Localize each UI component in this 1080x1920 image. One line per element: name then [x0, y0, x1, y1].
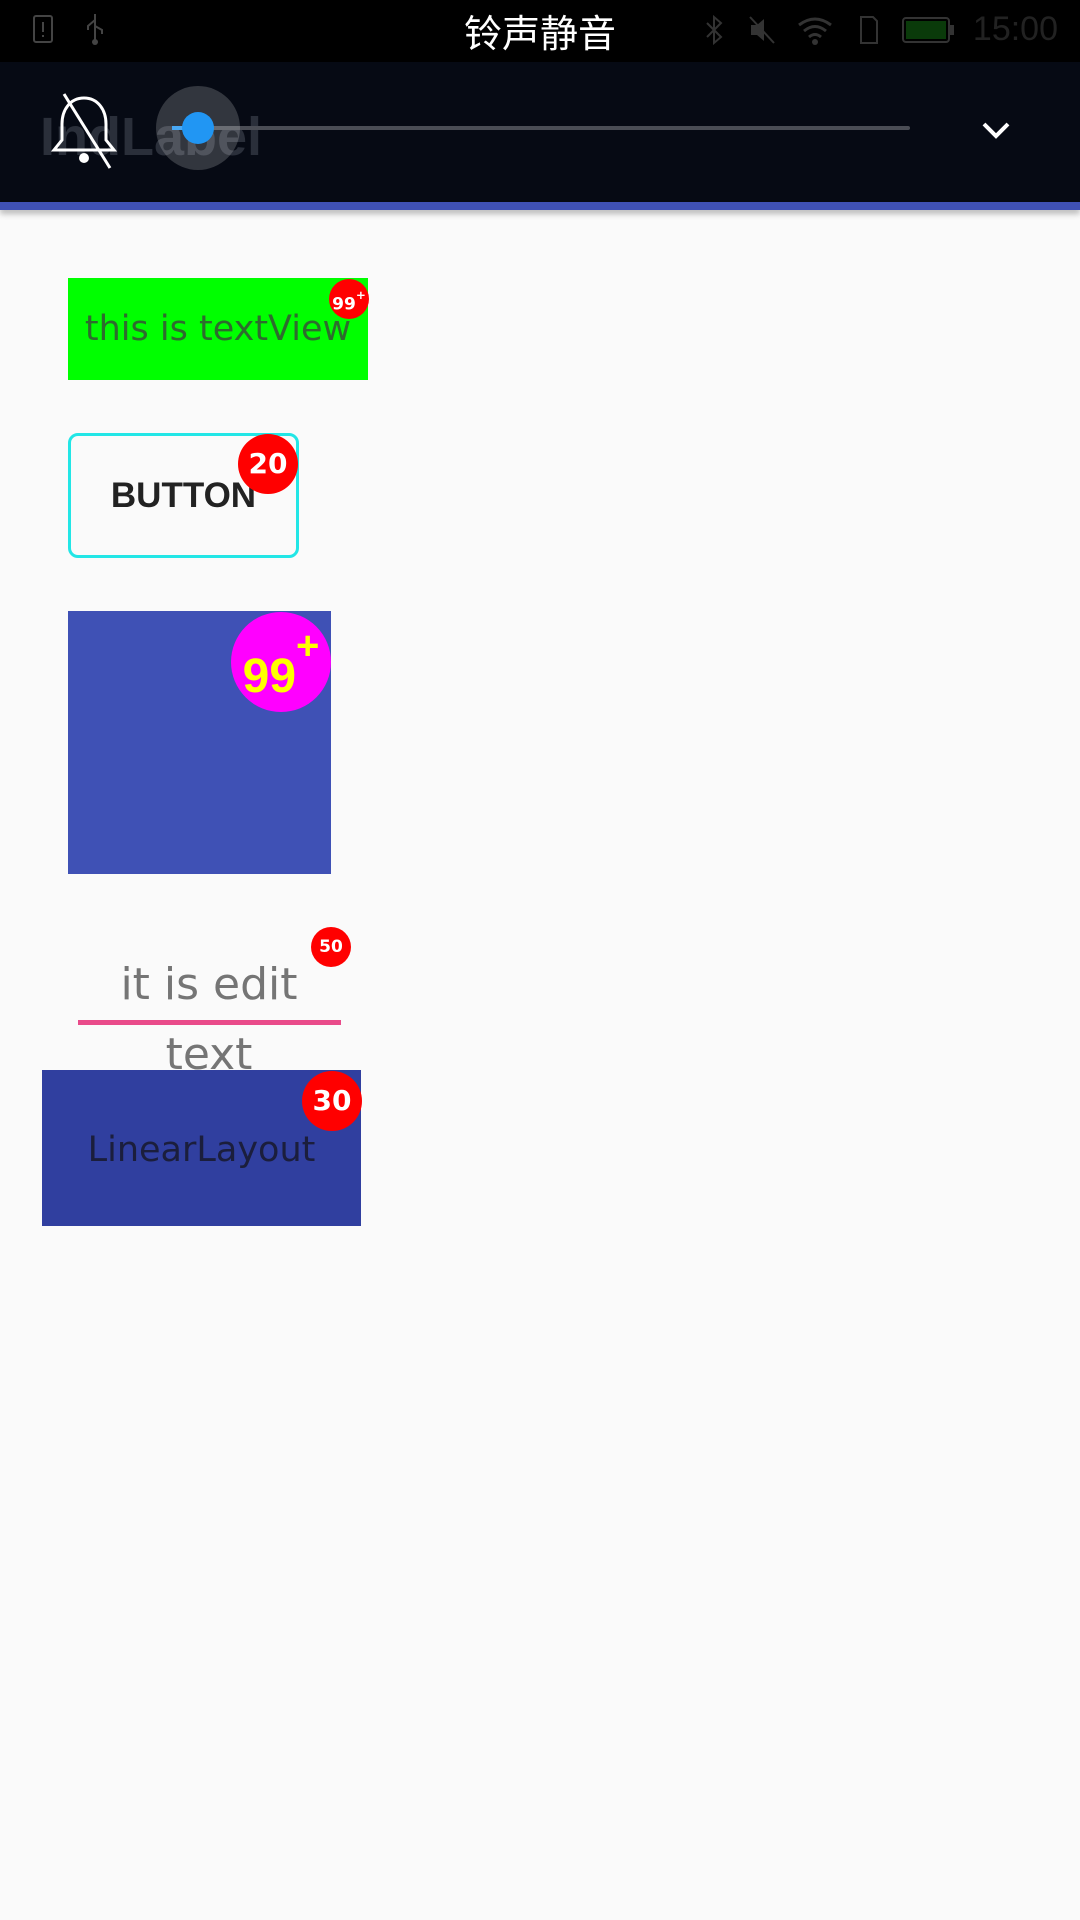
action-bar-edge	[0, 202, 1080, 210]
bluetooth-icon	[706, 14, 723, 45]
textview-badge: 99+	[329, 279, 369, 319]
image-badge-plus: +	[296, 624, 320, 668]
status-right-icons: 15:00	[699, 10, 1058, 49]
image-badge-count: 99	[242, 650, 297, 703]
mute-icon	[749, 15, 775, 44]
status-bar: 铃声静音 15:00	[0, 0, 1080, 62]
textview: this is textView	[68, 278, 368, 380]
edit-text-underline	[78, 1020, 341, 1025]
bell-off-icon[interactable]	[44, 90, 124, 170]
textview-badge-count: 99	[332, 294, 356, 315]
volume-panel: IndLabel	[0, 62, 1080, 202]
wifi-icon	[798, 17, 832, 45]
linearlayout-badge: 30	[302, 1071, 362, 1131]
sim-icon	[859, 15, 878, 44]
button-badge: 20	[238, 434, 298, 494]
chevron-down-icon[interactable]	[978, 112, 1014, 148]
edit-text-field[interactable]: it is edit text	[76, 950, 342, 1080]
textview-badge-plus: +	[355, 288, 366, 303]
battery-icon	[901, 16, 954, 43]
clock: 15:00	[972, 10, 1058, 48]
volume-slider-track[interactable]	[172, 126, 910, 130]
edittext-badge: 50	[311, 927, 351, 967]
volume-slider-thumb[interactable]	[182, 112, 214, 144]
image-badge: 99+	[231, 612, 331, 712]
